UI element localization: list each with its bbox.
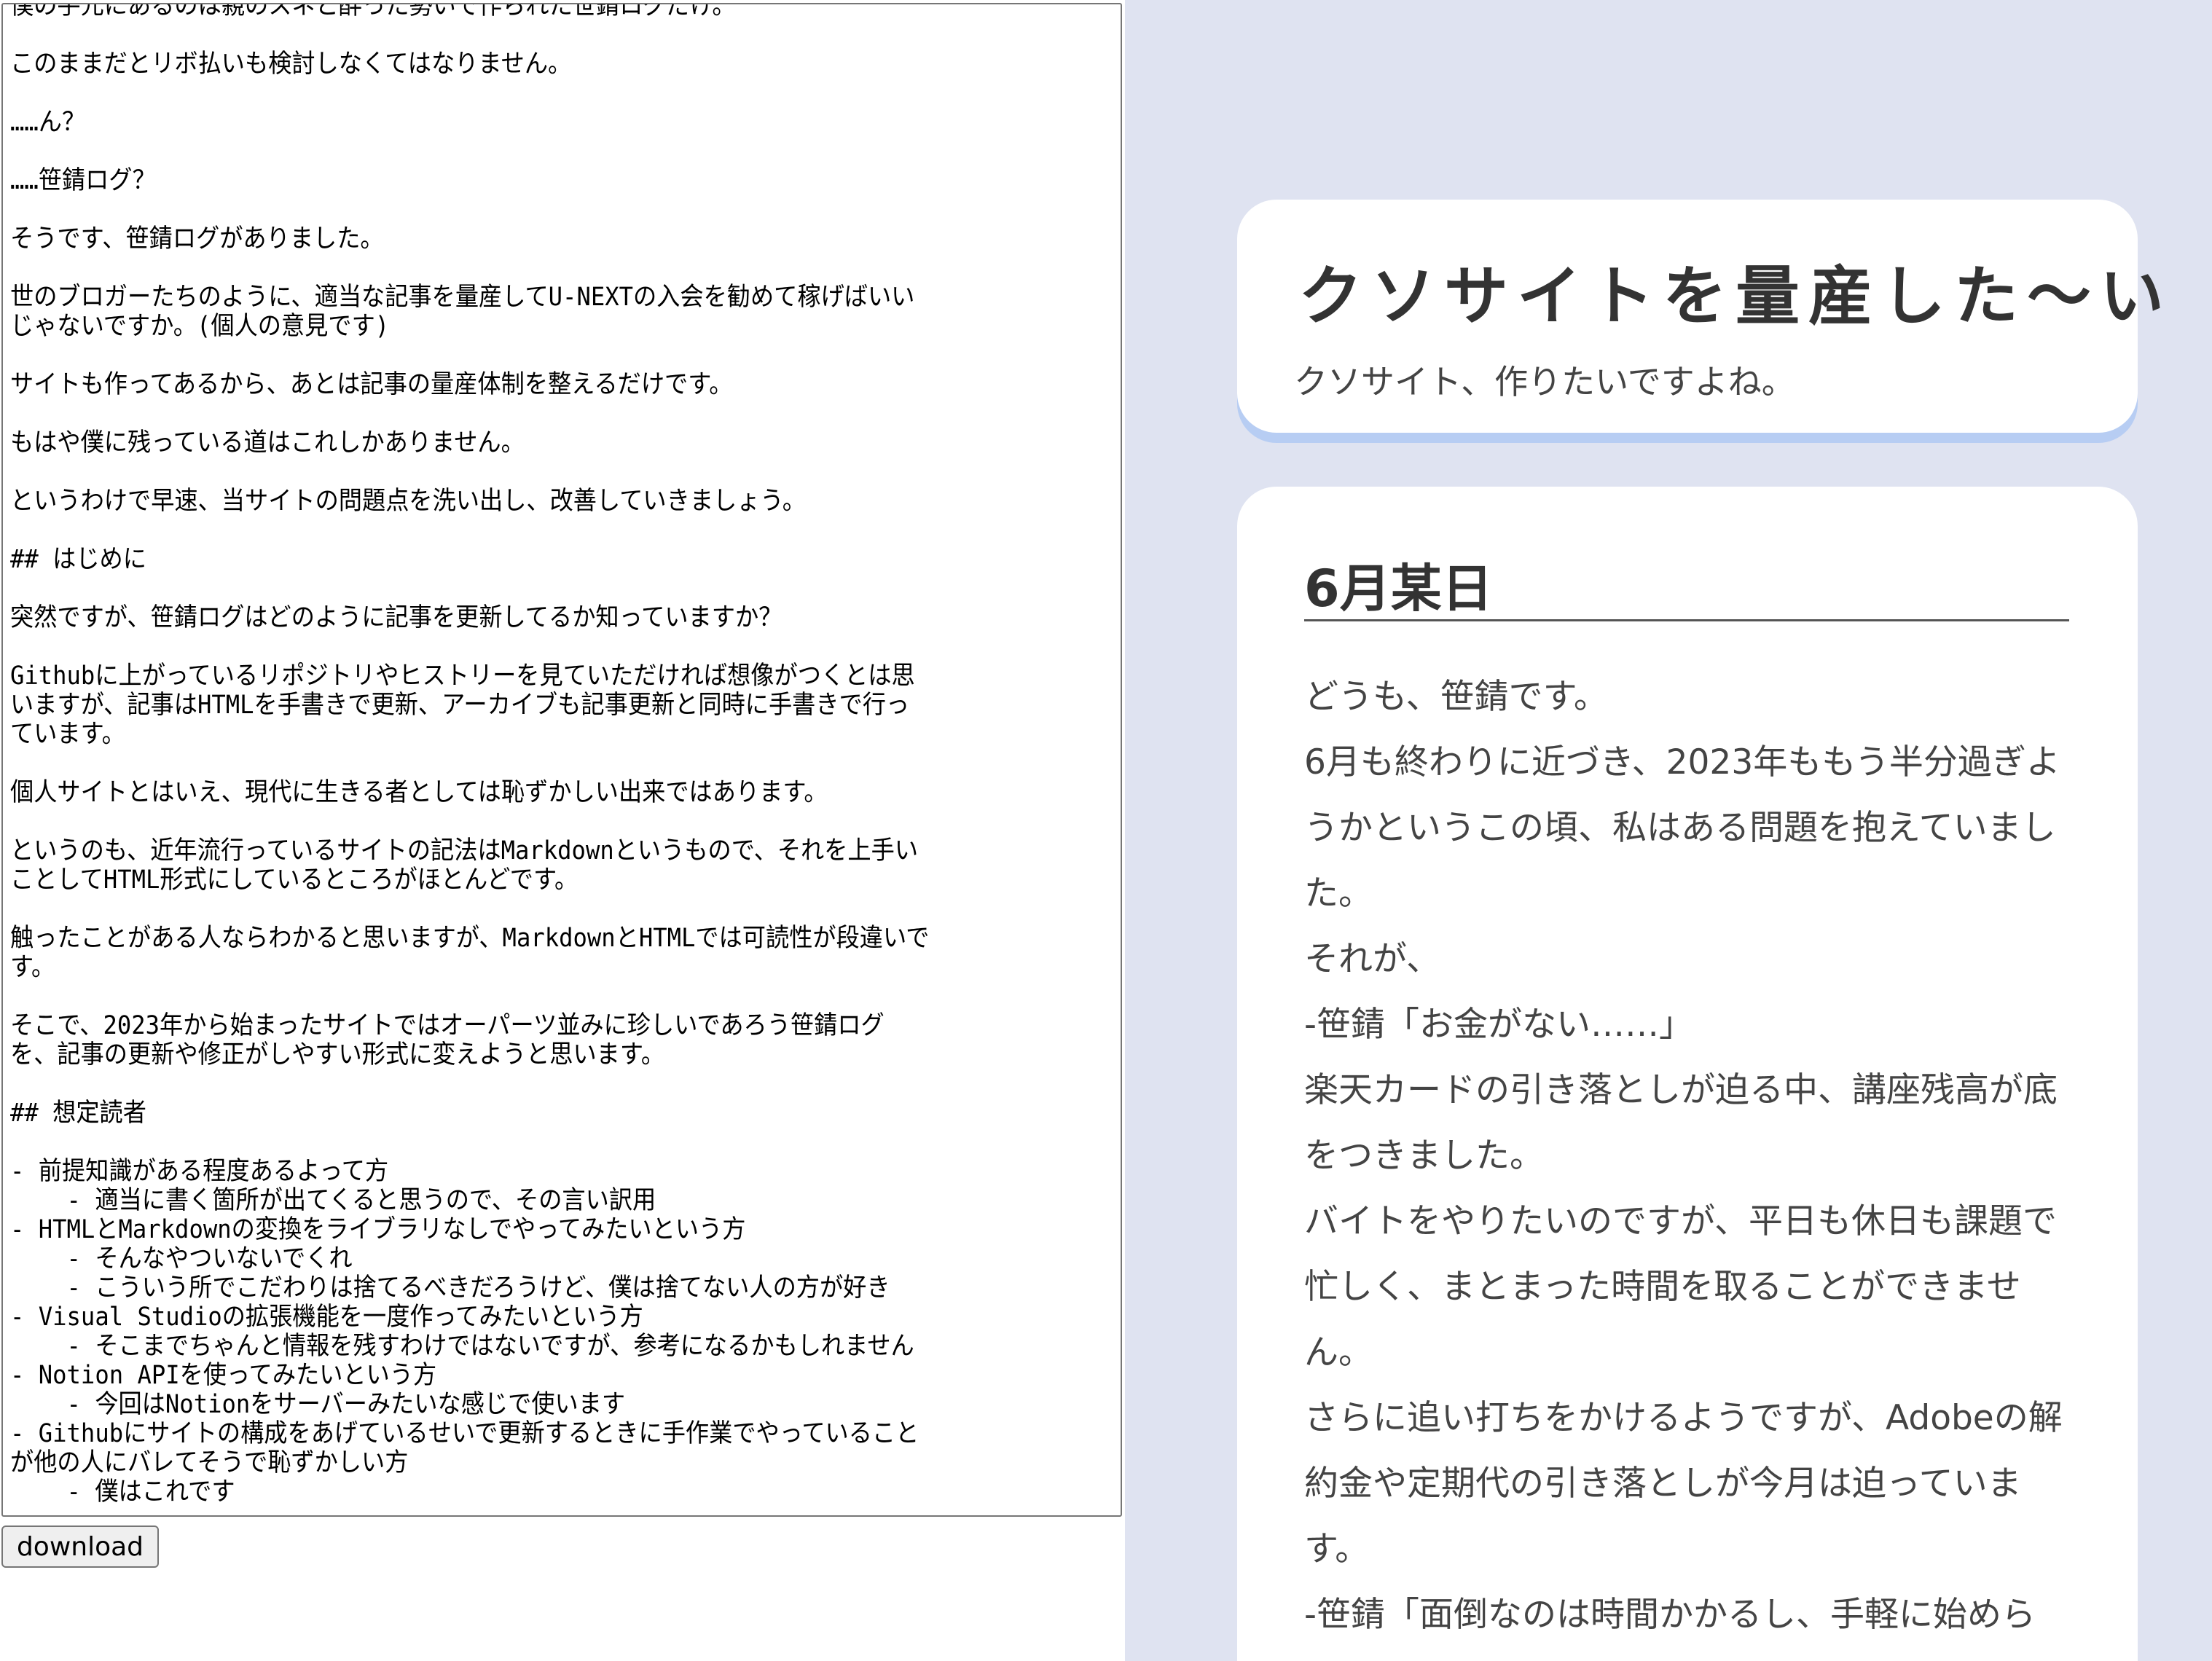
editor-line: - こういう所でこだわりは捨てるべきだろうけど、僕は捨てない人の方が好き	[10, 1273, 890, 1303]
article-paragraph: バイトをやりたいのですが、平日も休日も課題で忙しく、まとまった時間を取ることがで…	[1304, 1201, 2058, 1373]
editor-line: が他の人にバレてそうで恥ずかしい方	[10, 1448, 409, 1477]
article-paragraph: -笹錆「面倒なのは時間かかるし、手軽に始めら	[1304, 1595, 2036, 1635]
editor-line: - 前提知識がある程度あるよって方	[10, 1157, 389, 1186]
article-paragraph: さらに追い打ちをかけるようですが、Adobeの解約金や定期代の引き落としが今月は…	[1304, 1398, 2063, 1569]
article-title: 6月某日	[1304, 559, 1493, 619]
editor-line: Githubに上がっているリポジトリやヒストリーを見ていただければ想像がつくとは…	[10, 661, 915, 691]
article-paragraph: どうも、笹錆です。	[1304, 677, 1608, 717]
editor-line: じゃないですか。(個人の意見です)	[10, 312, 390, 341]
site-subtitle: クソサイト、作りたいですよね。	[1294, 362, 1795, 401]
article-paragraph: それが、	[1304, 939, 1441, 979]
editor-line: ## はじめに	[10, 545, 146, 574]
editor-line: す。	[10, 953, 55, 982]
article-card: 6月某日 どうも、笹錆です。 6月も終わりに近づき、2023年ももう半分過ぎようか…	[1237, 487, 2138, 1661]
editor-line: 僕の手元にあるのは親のスネと酔った勢いで作られた笹錆ログだけ。	[10, 3, 736, 20]
editor-line: ……ん？	[10, 108, 86, 137]
editor-line: 触ったことがある人ならわかると思いますが、MarkdownとHTMLでは可読性が…	[10, 924, 930, 953]
site-title[interactable]: クソサイトを量産した～い	[1298, 245, 2173, 337]
editor-line: - 今回はNotionをサーバーみたいな感じで使います	[10, 1390, 626, 1419]
markdown-content[interactable]: 僕の手元にあるのは親のスネと酔った勢いで作られた笹錆ログだけ。このままだとリボ払…	[10, 3, 1083, 1507]
article-paragraph: 6月も終わりに近づき、2023年ももう半分過ぎようかというこの頃、私はある問題を…	[1304, 742, 2060, 914]
editor-line: - 僕はこれです	[10, 1477, 235, 1507]
editor-line: ## 想定読者	[10, 1099, 146, 1128]
editor-line: 突然ですが、笹錆ログはどのように記事を更新してるか知っていますか？	[10, 603, 783, 632]
title-divider	[1304, 619, 2069, 621]
editor-line: - Githubにサイトの構成をあげているせいで更新するときに手作業でやっている…	[10, 1419, 919, 1448]
editor-line: というのも、近年流行っているサイトの記法はMarkdownというもので、それを上…	[10, 836, 919, 865]
editor-line: - Visual Studioの拡張機能を一度作ってみたいという方	[10, 1303, 643, 1332]
markdown-textarea[interactable]: 僕の手元にあるのは親のスネと酔った勢いで作られた笹錆ログだけ。このままだとリボ払…	[1, 3, 1122, 1517]
editor-line: ことしてHTML形式にしているところがほとんどです。	[10, 865, 579, 895]
editor-line: いますが、記事はHTMLを手書きで更新、アーカイブも記事更新と同時に手書きで行っ	[10, 691, 910, 720]
article-paragraph: 楽天カードの引き落としが迫る中、講座残高が底をつきました。	[1304, 1070, 2058, 1176]
editor-line: - そこまでちゃんと情報を残すわけではないですが、参考になるかもしれません	[10, 1332, 914, 1361]
editor-line: そうです、笹錆ログがありました。	[10, 224, 384, 254]
editor-line: というわけで早速、当サイトの問題点を洗い出し、改善していきましょう。	[10, 487, 806, 516]
site-header: クソサイトを量産した～い クソサイト、作りたいですよね。	[1237, 200, 2164, 433]
editor-line: サイトも作ってあるから、あとは記事の量産体制を整えるだけです。	[10, 370, 733, 399]
editor-line: もはや僕に残っている道はこれしかありません。	[10, 428, 525, 458]
markdown-editor-pane: 僕の手元にあるのは親のスネと酔った勢いで作られた笹錆ログだけ。このままだとリボ払…	[0, 0, 1125, 1661]
article-paragraph: -笹錆「お金がない……」	[1304, 1005, 1693, 1045]
editor-line: ています。	[10, 720, 125, 749]
editor-line: - HTMLとMarkdownの変換をライブラリなしでやってみたいという方	[10, 1215, 746, 1244]
editor-line: を、記事の更新や修正がしやすい形式に変えようと思います。	[10, 1040, 665, 1069]
download-button[interactable]: download	[1, 1525, 159, 1568]
editor-line: そこで、2023年から始まったサイトではオーパーツ並みに珍しいであろう笹錆ログ	[10, 1011, 885, 1040]
editor-line: - Notion APIを使ってみたいという方	[10, 1361, 437, 1390]
editor-line: - 適当に書く箇所が出てくると思うので、その言い訳用	[10, 1186, 656, 1215]
editor-line: 世のブロガーたちのように、適当な記事を量産してU-NEXTの入会を勧めて稼げばい…	[10, 283, 915, 312]
article-body: どうも、笹錆です。 6月も終わりに近づき、2023年ももう半分過ぎようかというこの…	[1304, 664, 2076, 1648]
editor-line: このままだとリボ払いも検討しなくてはなりません。	[10, 50, 572, 79]
editor-line: 個人サイトとはいえ、現代に生きる者としては恥ずかしい出来ではあります。	[10, 778, 828, 807]
preview-pane: クソサイトを量産した～い クソサイト、作りたいですよね。 6月某日 どうも、笹錆…	[1125, 0, 2212, 1661]
editor-line: - そんなやついないでくれ	[10, 1244, 353, 1273]
editor-line: ……笹錆ログ？	[10, 166, 156, 195]
